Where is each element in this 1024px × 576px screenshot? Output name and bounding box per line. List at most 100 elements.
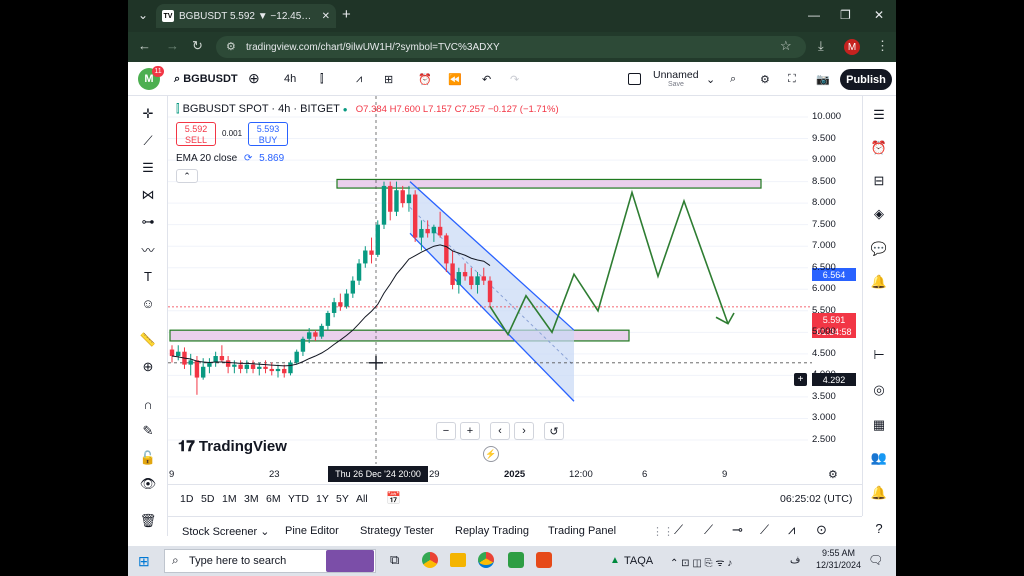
undo-icon[interactable]: ↶ xyxy=(482,73,491,86)
file-explorer-icon[interactable] xyxy=(450,553,466,567)
snapshot-camera-icon[interactable]: 📷 xyxy=(816,73,830,86)
task-view-icon[interactable]: ⧉ xyxy=(390,552,399,568)
path-tool-icon[interactable]: ⩘ xyxy=(788,522,795,538)
interval-button[interactable]: 4h xyxy=(284,73,296,85)
target-icon[interactable]: ◎ xyxy=(868,379,890,401)
new-tab-icon[interactable]: + xyxy=(342,6,351,23)
bottom-tab-strategy-tester[interactable]: Strategy Tester xyxy=(360,525,434,537)
chat-icon[interactable]: 💬 xyxy=(868,238,890,260)
trash-icon[interactable]: 🗑 xyxy=(138,511,158,531)
minimize-icon[interactable]: — xyxy=(808,8,820,22)
zoom-out-button[interactable]: − xyxy=(436,422,456,440)
trendline-icon[interactable]: ⟋ xyxy=(138,131,158,151)
period-1y[interactable]: 1Y xyxy=(316,493,329,505)
tab-menu-icon[interactable]: ⌄ xyxy=(138,8,148,22)
period-ytd[interactable]: YTD xyxy=(288,493,309,505)
target-tool-icon[interactable]: ⊙ xyxy=(816,522,827,538)
period-all[interactable]: All xyxy=(356,493,368,505)
chrome-icon[interactable] xyxy=(422,552,438,568)
site-info-icon[interactable]: ⚙ xyxy=(226,40,236,53)
taskbar-clock[interactable]: 9:55 AM 12/31/2024 xyxy=(816,548,861,570)
replay-icon[interactable]: ⏪ xyxy=(448,73,462,86)
buy-button[interactable]: 5.593 BUY xyxy=(248,122,288,146)
sell-button[interactable]: 5.592 SELL xyxy=(176,122,216,146)
price-chart[interactable] xyxy=(168,96,862,464)
reset-chart-button[interactable]: ↺ xyxy=(544,422,564,440)
chrome-profile-icon[interactable] xyxy=(478,552,494,568)
lightning-icon[interactable]: ⚡ xyxy=(483,446,499,462)
extended-line-icon[interactable]: ⟋ xyxy=(760,522,769,538)
download-icon[interactable]: ⤓ xyxy=(818,38,824,54)
alerts-clock-icon[interactable]: ⏰ xyxy=(868,137,890,159)
alert-icon[interactable]: ⏰ xyxy=(418,73,432,86)
tray-icons[interactable]: ⌃ ⊡ ◫ ⎘ ᯤ ♪ xyxy=(670,555,732,569)
indicators-icon[interactable]: ⩘ xyxy=(356,73,362,86)
fullscreen-icon[interactable]: ⛶ xyxy=(788,73,796,86)
add-alert-plus-icon[interactable]: + xyxy=(794,373,807,386)
app-orange-icon[interactable] xyxy=(536,552,552,568)
close-tab-icon[interactable]: ✕ xyxy=(322,11,330,22)
layouts-icon[interactable]: ⊞ xyxy=(384,73,393,86)
trendline-tool-icon[interactable]: ⟋ xyxy=(674,522,683,538)
layout-checkbox-icon[interactable] xyxy=(628,73,641,85)
drag-handle-icon[interactable]: ⋮⋮ xyxy=(652,525,674,538)
url-field[interactable]: tradingview.com/chart/9ilwUW1H/?symbol=T… xyxy=(216,36,806,58)
bottom-tab-pine-editor[interactable]: Pine Editor xyxy=(285,525,339,537)
collapse-legend-chevron-icon[interactable]: ⌃ xyxy=(176,169,198,183)
chevron-down-icon[interactable]: ⌄ xyxy=(706,73,715,86)
ray-tool-icon[interactable]: ⟋ xyxy=(704,522,713,538)
compare-symbol-icon[interactable]: ⊕ xyxy=(248,70,260,87)
bottom-tab-trading-panel[interactable]: Trading Panel xyxy=(548,525,616,537)
fib-icon[interactable]: ☰ xyxy=(138,158,158,178)
period-3m[interactable]: 3M xyxy=(244,493,259,505)
date-range-calendar-icon[interactable]: 📅 xyxy=(386,491,401,505)
data-window-icon[interactable]: ⊟ xyxy=(868,170,890,192)
scroll-right-button[interactable]: › xyxy=(514,422,534,440)
lock-icon[interactable]: 🔓 xyxy=(138,448,158,468)
axis-settings-icon[interactable]: ⚙ xyxy=(828,468,838,481)
community-icon[interactable]: 👥 xyxy=(868,447,890,469)
period-1m[interactable]: 1M xyxy=(222,493,237,505)
app-green-icon[interactable] xyxy=(508,552,524,568)
hline-tool-icon[interactable]: ⊸ xyxy=(732,522,743,538)
position-icon[interactable]: ⊶ xyxy=(138,212,158,232)
browser-tab[interactable]: TV BGBUSDT 5.592 ▼ −12.45% Un ✕ xyxy=(156,4,336,28)
quick-search-icon[interactable]: ⌕ xyxy=(730,73,736,86)
profile-avatar[interactable]: M xyxy=(844,39,860,55)
ticker-name[interactable]: TAQA xyxy=(624,555,653,567)
restore-icon[interactable]: ❐ xyxy=(840,8,851,22)
redo-icon[interactable]: ↷ xyxy=(510,73,519,86)
ema-settings-icon[interactable]: ⟳ xyxy=(244,153,252,164)
ruler-icon[interactable]: 📏 xyxy=(138,330,158,350)
forward-icon[interactable]: → xyxy=(166,38,179,53)
utc-clock[interactable]: 06:25:02 (UTC) xyxy=(780,493,852,505)
windows-start-icon[interactable]: ⊞ xyxy=(138,553,150,570)
emoji-icon[interactable]: ☺ xyxy=(138,293,158,313)
notifications-bell-icon[interactable]: 🔔 xyxy=(868,271,890,293)
zoom-in-icon[interactable]: ⊕ xyxy=(138,357,158,377)
bottom-tab-stock-screener[interactable]: Stock Screener ⌄ xyxy=(182,525,269,538)
hotlist-icon[interactable]: ⊢ xyxy=(868,344,890,366)
period-1d[interactable]: 1D xyxy=(180,493,193,505)
calendar-icon[interactable]: ▦ xyxy=(868,414,890,436)
pattern-icon[interactable]: ⋈ xyxy=(138,185,158,205)
notification-center-icon[interactable]: 🗨 xyxy=(868,553,883,567)
visibility-eye-icon[interactable]: 👁 xyxy=(138,474,158,494)
bell-alert-icon[interactable]: 🔔 xyxy=(868,482,890,504)
period-5y[interactable]: 5Y xyxy=(336,493,349,505)
browser-menu-icon[interactable]: ⋮ xyxy=(876,38,889,54)
settings-gear-icon[interactable]: ⚙ xyxy=(760,73,770,86)
bookmark-star-icon[interactable]: ☆ xyxy=(780,38,792,54)
layout-name[interactable]: Unnamed xyxy=(653,69,699,81)
crosshair-icon[interactable]: ✛ xyxy=(138,104,158,124)
close-window-icon[interactable]: ✕ xyxy=(874,8,884,22)
period-5d[interactable]: 5D xyxy=(201,493,214,505)
scroll-left-button[interactable]: ‹ xyxy=(490,422,510,440)
zoom-in-button[interactable]: + xyxy=(460,422,480,440)
text-icon[interactable]: T xyxy=(138,266,158,286)
brush-icon[interactable]: 〰 xyxy=(138,239,158,259)
reload-icon[interactable]: ↻ xyxy=(192,38,203,54)
period-6m[interactable]: 6M xyxy=(266,493,281,505)
watchlist-icon[interactable]: ☰ xyxy=(868,104,890,126)
help-icon[interactable]: ? xyxy=(868,517,890,539)
